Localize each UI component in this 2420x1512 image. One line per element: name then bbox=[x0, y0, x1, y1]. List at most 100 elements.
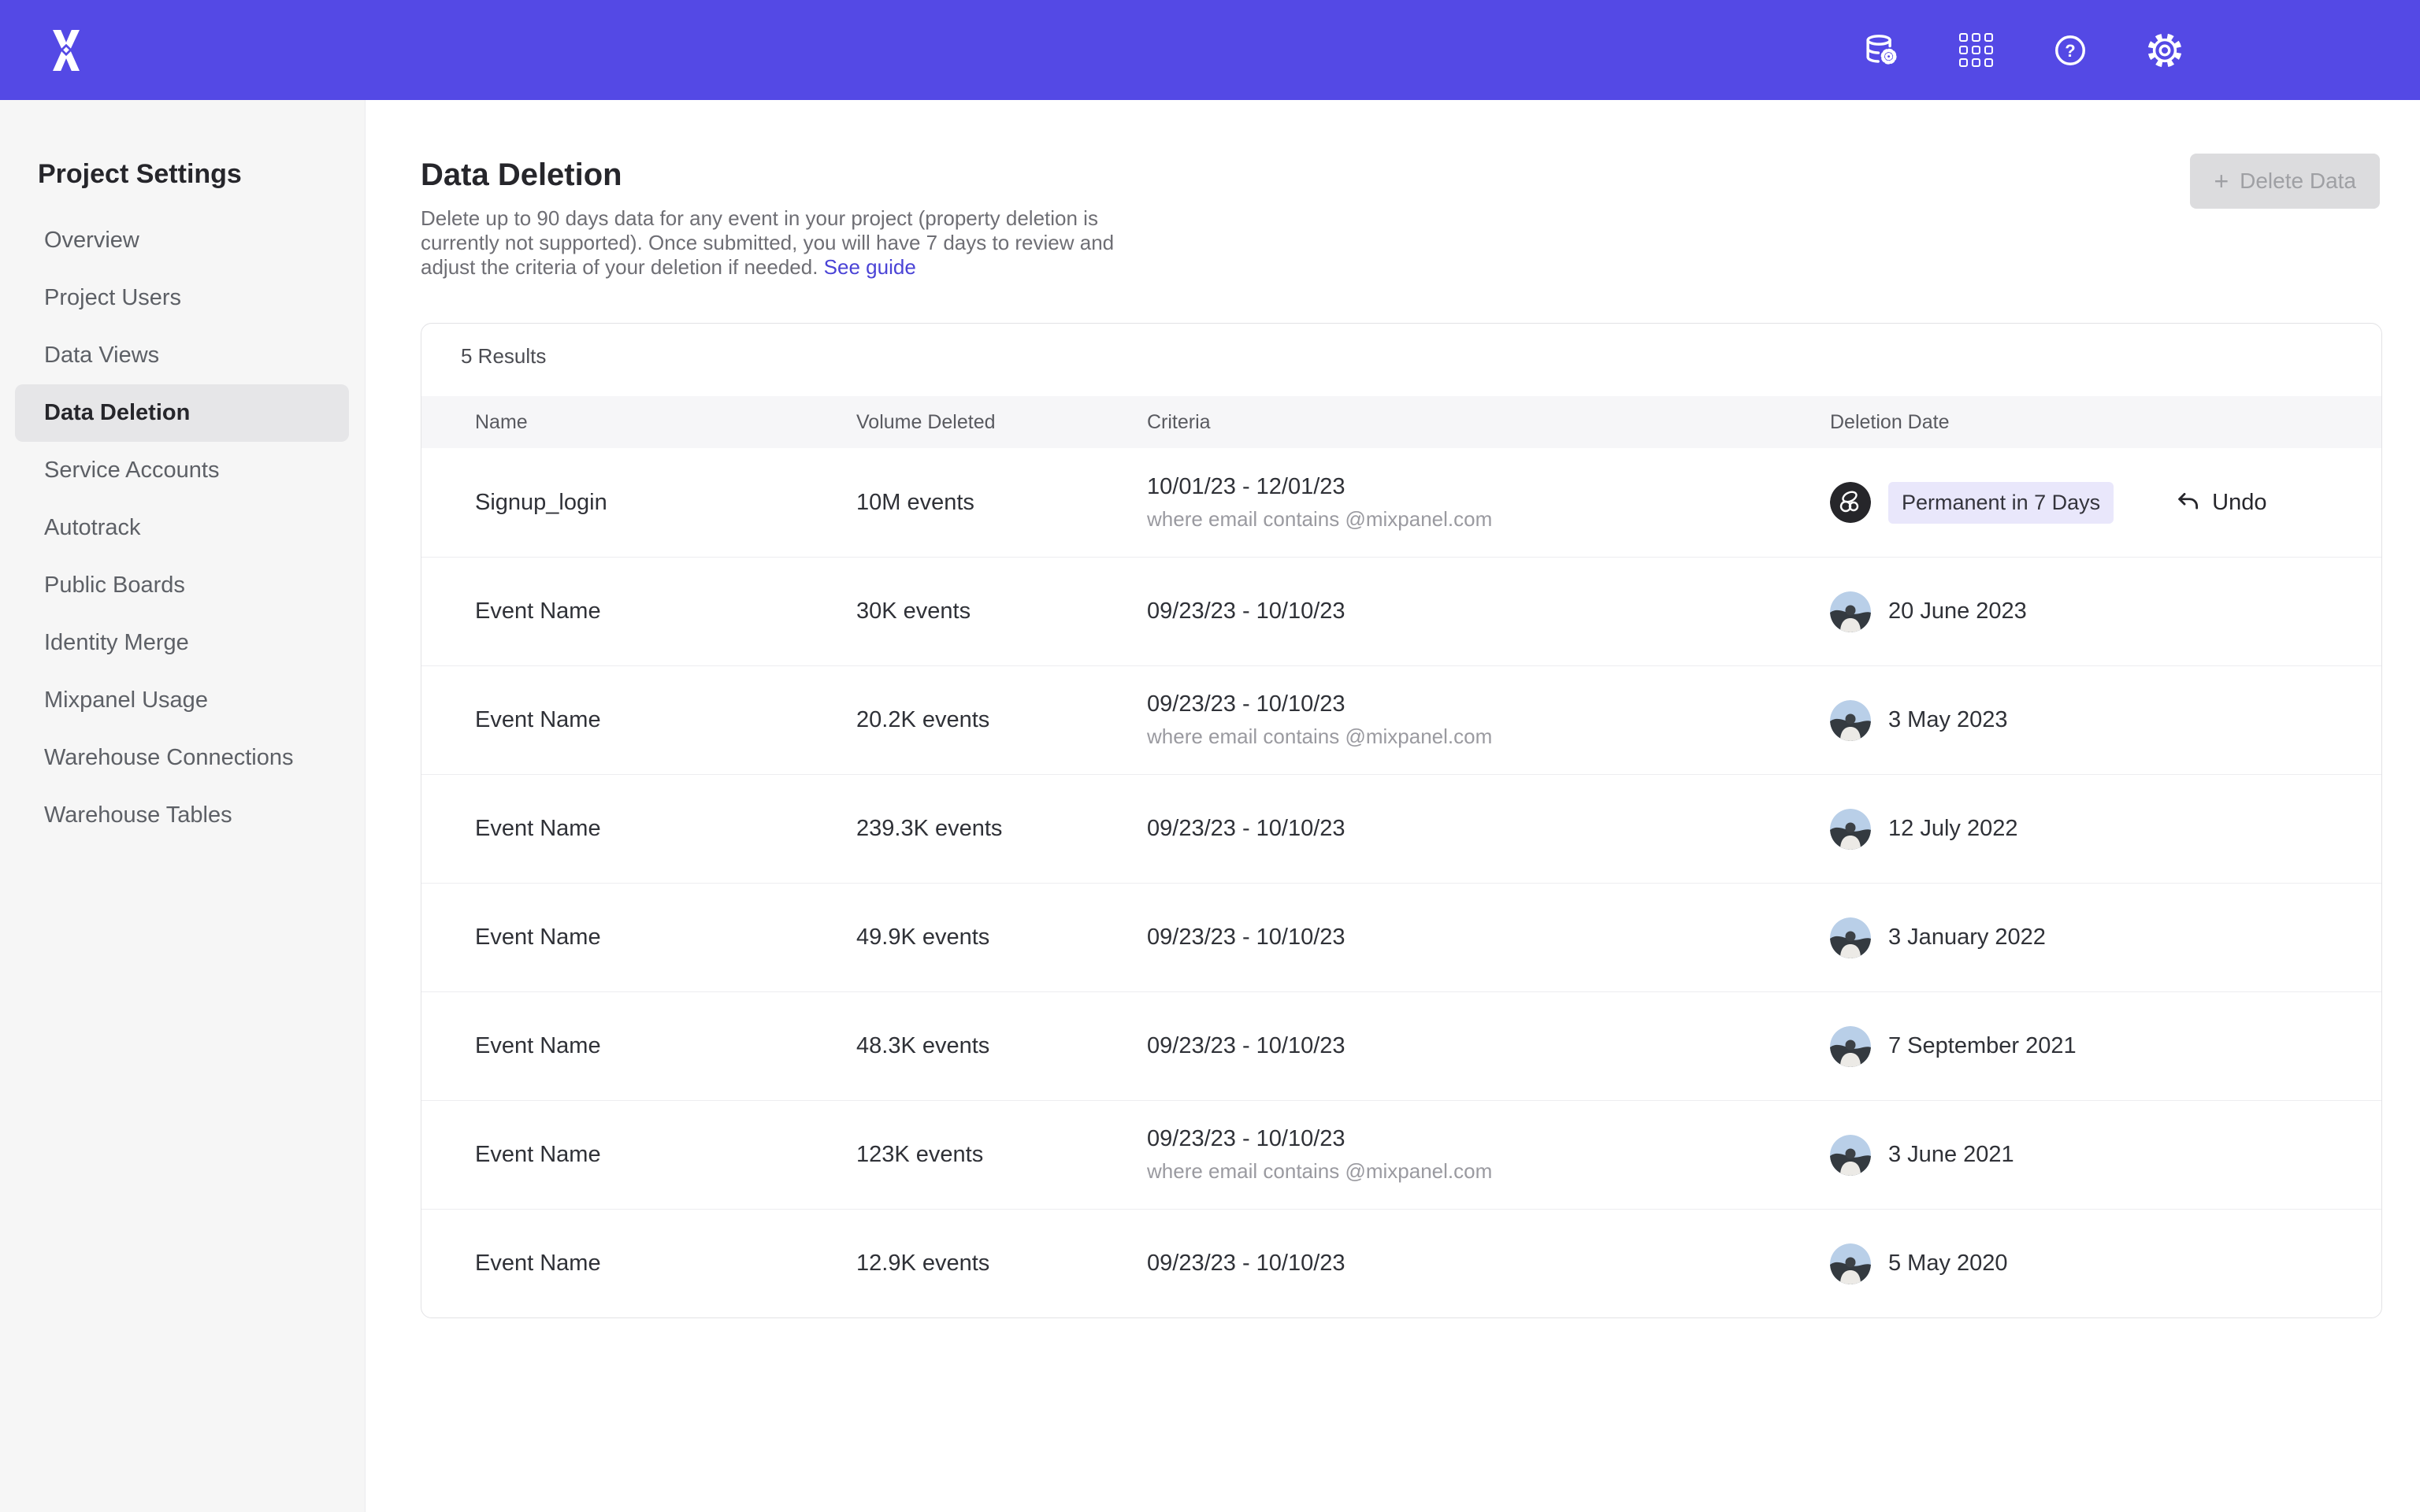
cell-volume-deleted: 123K events bbox=[856, 1142, 1147, 1168]
main-content: Data Deletion Delete up to 90 days data … bbox=[366, 100, 2420, 1512]
table-row: Event Name30K events09/23/23 - 10/10/23 2… bbox=[421, 557, 2381, 665]
criteria-filter: where email contains @mixpanel.com bbox=[1147, 724, 1830, 749]
sidebar-item-public-boards[interactable]: Public Boards bbox=[15, 557, 349, 614]
page-description: Delete up to 90 days data for any event … bbox=[421, 206, 2382, 280]
sidebar-item-data-views[interactable]: Data Views bbox=[15, 327, 349, 384]
data-management-icon[interactable] bbox=[1862, 32, 1900, 69]
cell-deletion-date: 3 June 2021 bbox=[1830, 1135, 2381, 1176]
page-header: Data Deletion Delete up to 90 days data … bbox=[421, 158, 2382, 280]
criteria-date-range: 10/01/23 - 12/01/23 bbox=[1147, 474, 1830, 500]
table-row: Event Name239.3K events09/23/23 - 10/10/… bbox=[421, 774, 2381, 883]
table-row: Event Name20.2K events09/23/23 - 10/10/2… bbox=[421, 665, 2381, 774]
results-count: 5 Results bbox=[421, 324, 2381, 396]
cell-criteria: 09/23/23 - 10/10/23where email contains … bbox=[1147, 691, 1830, 749]
criteria-date-range: 09/23/23 - 10/10/23 bbox=[1147, 598, 1830, 624]
table-row: Event Name49.9K events09/23/23 - 10/10/2… bbox=[421, 883, 2381, 991]
cell-volume-deleted: 10M events bbox=[856, 490, 1147, 516]
cell-deletion-date: 5 May 2020 bbox=[1830, 1243, 2381, 1284]
status-badge: Permanent in 7 Days bbox=[1888, 482, 2114, 524]
sidebar-item-mixpanel-usage[interactable]: Mixpanel Usage bbox=[15, 672, 349, 729]
user-avatar bbox=[1830, 809, 1871, 850]
table-body: Signup_login10M events10/01/23 - 12/01/2… bbox=[421, 448, 2381, 1317]
criteria-date-range: 09/23/23 - 10/10/23 bbox=[1147, 816, 1830, 842]
cell-criteria: 09/23/23 - 10/10/23 bbox=[1147, 816, 1830, 842]
undo-button[interactable]: Undo bbox=[2175, 489, 2266, 516]
cell-event-name: Event Name bbox=[475, 598, 856, 624]
criteria-filter: where email contains @mixpanel.com bbox=[1147, 1159, 1830, 1184]
sidebar-title: Project Settings bbox=[38, 159, 365, 190]
deletion-date-text: 3 January 2022 bbox=[1888, 925, 2046, 951]
cell-deletion-date: 7 September 2021 bbox=[1830, 1026, 2381, 1067]
cell-event-name: Event Name bbox=[475, 1251, 856, 1277]
cell-deletion-date: 12 July 2022 bbox=[1830, 809, 2381, 850]
table-row: Signup_login10M events10/01/23 - 12/01/2… bbox=[421, 448, 2381, 557]
cell-deletion-date: 3 May 2023 bbox=[1830, 700, 2381, 741]
cell-deletion-date: 3 January 2022 bbox=[1830, 917, 2381, 958]
criteria-filter: where email contains @mixpanel.com bbox=[1147, 507, 1830, 532]
user-avatar bbox=[1830, 1135, 1871, 1176]
topbar-icon-group: ? bbox=[1862, 32, 2184, 69]
cell-volume-deleted: 48.3K events bbox=[856, 1033, 1147, 1059]
page-title: Data Deletion bbox=[421, 158, 2382, 192]
user-avatar bbox=[1830, 1026, 1871, 1067]
mixpanel-logo[interactable] bbox=[50, 30, 82, 71]
table-row: Event Name123K events09/23/23 - 10/10/23… bbox=[421, 1100, 2381, 1209]
cell-criteria: 10/01/23 - 12/01/23 where email contains … bbox=[1147, 474, 1830, 532]
cell-volume-deleted: 30K events bbox=[856, 598, 1147, 624]
cell-event-name: Event Name bbox=[475, 1033, 856, 1059]
criteria-date-range: 09/23/23 - 10/10/23 bbox=[1147, 1126, 1830, 1152]
sidebar-item-identity-merge[interactable]: Identity Merge bbox=[15, 614, 349, 672]
cell-event-name: Event Name bbox=[475, 707, 856, 733]
cell-criteria: 09/23/23 - 10/10/23 bbox=[1147, 925, 1830, 951]
cell-criteria: 09/23/23 - 10/10/23 bbox=[1147, 598, 1830, 624]
criteria-date-range: 09/23/23 - 10/10/23 bbox=[1147, 1033, 1830, 1059]
delete-data-button[interactable]: + Delete Data bbox=[2190, 154, 2380, 209]
deletion-date-text: 3 May 2023 bbox=[1888, 707, 2008, 733]
sidebar-item-overview[interactable]: Overview bbox=[15, 212, 349, 269]
cell-criteria: 09/23/23 - 10/10/23 bbox=[1147, 1251, 1830, 1277]
deletion-date-text: 3 June 2021 bbox=[1888, 1142, 2014, 1168]
criteria-date-range: 09/23/23 - 10/10/23 bbox=[1147, 1251, 1830, 1277]
sidebar-item-warehouse-tables[interactable]: Warehouse Tables bbox=[15, 787, 349, 844]
column-header-deletion-date: Deletion Date bbox=[1830, 411, 2381, 434]
apps-grid-icon[interactable] bbox=[1957, 32, 1995, 69]
settings-gear-icon[interactable] bbox=[2146, 32, 2184, 69]
cell-event-name: Signup_login bbox=[475, 490, 856, 516]
table-row: Event Name48.3K events09/23/23 - 10/10/2… bbox=[421, 991, 2381, 1100]
see-guide-link[interactable]: See guide bbox=[824, 255, 916, 279]
deletion-date-text: 12 July 2022 bbox=[1888, 816, 2017, 842]
column-header-criteria: Criteria bbox=[1147, 411, 1830, 434]
undo-icon bbox=[2175, 489, 2202, 516]
sidebar-item-data-deletion[interactable]: Data Deletion bbox=[15, 384, 349, 442]
cell-event-name: Event Name bbox=[475, 1142, 856, 1168]
user-avatar bbox=[1830, 591, 1871, 632]
column-header-name: Name bbox=[475, 411, 856, 434]
user-avatar bbox=[1830, 1243, 1871, 1284]
cell-deletion-date: 20 June 2023 bbox=[1830, 591, 2381, 632]
cell-deletion-date: Permanent in 7 Days Undo bbox=[1830, 482, 2381, 524]
cell-volume-deleted: 49.9K events bbox=[856, 925, 1147, 951]
cell-event-name: Event Name bbox=[475, 816, 856, 842]
deletion-date-text: 20 June 2023 bbox=[1888, 598, 2027, 624]
sidebar-item-project-users[interactable]: Project Users bbox=[15, 269, 349, 327]
cell-criteria: 09/23/23 - 10/10/23 where email contains … bbox=[1147, 1126, 1830, 1184]
cell-volume-deleted: 20.2K events bbox=[856, 707, 1147, 733]
table-header-row: Name Volume Deleted Criteria Deletion Da… bbox=[421, 396, 2381, 448]
deletion-date-text: 5 May 2020 bbox=[1888, 1251, 2008, 1277]
grid-squares bbox=[1959, 33, 1993, 67]
deletion-table-card: 5 Results Name Volume Deleted Criteria D… bbox=[421, 323, 2382, 1318]
undo-label: Undo bbox=[2212, 490, 2266, 516]
user-avatar bbox=[1830, 482, 1871, 523]
sidebar-nav: OverviewProject UsersData ViewsData Dele… bbox=[0, 212, 365, 844]
cell-event-name: Event Name bbox=[475, 925, 856, 951]
cell-criteria: 09/23/23 - 10/10/23 bbox=[1147, 1033, 1830, 1059]
help-icon[interactable]: ? bbox=[2051, 32, 2089, 69]
column-header-volume: Volume Deleted bbox=[856, 411, 1147, 434]
sidebar-item-autotrack[interactable]: Autotrack bbox=[15, 499, 349, 557]
user-avatar bbox=[1830, 917, 1871, 958]
sidebar-item-warehouse-connections[interactable]: Warehouse Connections bbox=[15, 729, 349, 787]
svg-text:?: ? bbox=[2065, 41, 2075, 61]
deletion-date-text: 7 September 2021 bbox=[1888, 1033, 2077, 1059]
description-line: currently not supported). Once submitted… bbox=[421, 231, 2382, 255]
sidebar-item-service-accounts[interactable]: Service Accounts bbox=[15, 442, 349, 499]
